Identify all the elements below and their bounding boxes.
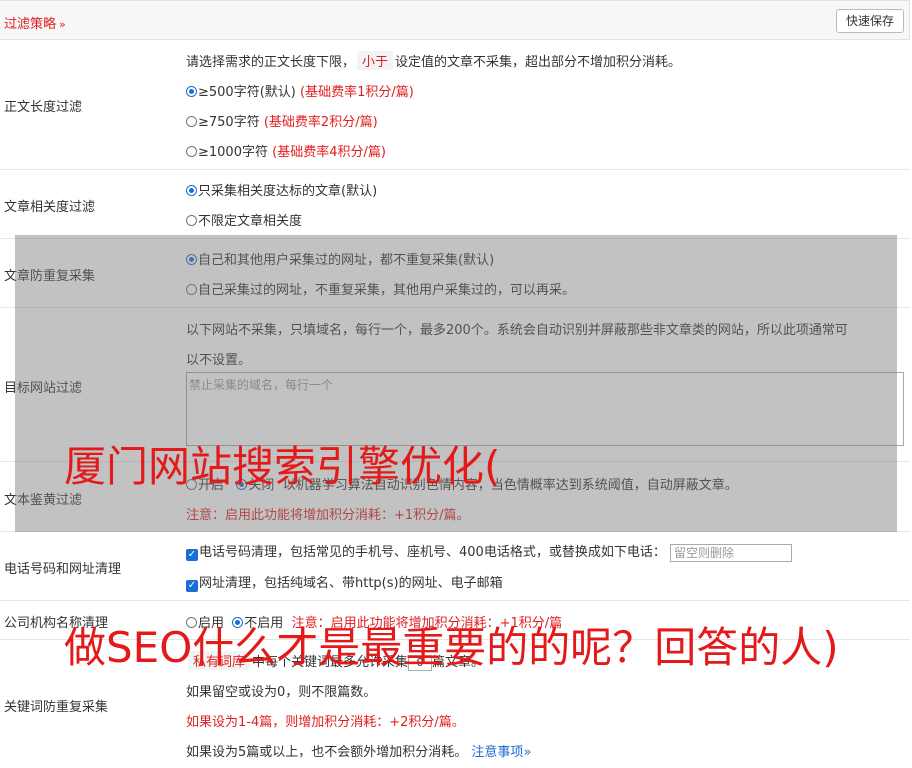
dedup-filter-label: 文章防重复采集: [4, 269, 96, 284]
relevance-filter-label: 文章相关度过滤: [4, 200, 96, 215]
relevance-option-unlimited[interactable]: 不限定文章相关度: [186, 210, 302, 229]
length-filter-row: 正文长度过滤 请选择需求的正文长度下限， 小于 设定值的文章不采集，超出部分不增加积…: [0, 40, 910, 170]
quick-save-button[interactable]: 快速保存: [835, 9, 904, 33]
phone-filter-label: 电话号码和网址清理: [4, 562, 122, 577]
keyword-note-free: 如果设为5篇或以上，也不会额外增加积分消耗。 注意事项»: [186, 745, 532, 760]
relevance-filter-row: 文章相关度过滤 只采集相关度达标的文章(默认) 不限定文章相关度: [0, 170, 910, 239]
radio-icon[interactable]: [186, 284, 197, 295]
filter-policy-header: 过滤策略» 快速保存: [0, 0, 910, 40]
watermark-line-1: 厦门网站搜索引擎优化(: [64, 442, 501, 491]
length-filter-label: 正文长度过滤: [4, 100, 83, 115]
length-option-750[interactable]: ≥750字符 (基础费率2积分/篇): [186, 111, 378, 130]
dedup-filter-row: 文章防重复采集 自己和其他用户采集过的网址，都不重复采集(默认) 自己采集过的网…: [0, 239, 910, 308]
radio-icon[interactable]: [186, 254, 197, 265]
dedup-option-self[interactable]: 自己采集过的网址，不重复采集，其他用户采集过的，可以再采。: [186, 279, 575, 298]
site-filter-desc-1: 以下网站不采集，只填域名，每行一个，最多200个。系统会自动识别并屏蔽那些非文章…: [186, 323, 848, 338]
replacement-phone-input[interactable]: 留空则删除: [669, 543, 792, 562]
radio-icon[interactable]: [186, 86, 197, 97]
site-filter-label: 目标网站过滤: [4, 381, 83, 396]
keyword-note-unlimited: 如果留空或设为0，则不限篇数。: [186, 685, 377, 700]
checkbox-checked-icon[interactable]: ✓: [186, 549, 198, 561]
less-than-pill: 小于: [357, 51, 394, 70]
watermark-line-2: 做SEO什么才是最重要的的呢？回答的人): [64, 623, 839, 672]
phone-filter-row: 电话号码和网址清理 ✓ 电话号码清理，包括常见的手机号、座机号、400电话格式，或…: [0, 532, 910, 601]
length-option-500[interactable]: ≥500字符(默认) (基础费率1积分/篇): [186, 81, 414, 100]
keyword-note-cost: 如果设为1-4篇，则增加积分消耗：+2积分/篇。: [186, 715, 465, 730]
relevance-option-required[interactable]: 只采集相关度达标的文章(默认): [186, 180, 377, 199]
length-option-1000[interactable]: ≥1000字符 (基础费率4积分/篇): [186, 141, 386, 160]
chevron-down-icon: »: [523, 745, 532, 760]
radio-icon[interactable]: [186, 215, 197, 226]
keyword-filter-label: 关键词防重复采集: [4, 700, 109, 715]
length-filter-desc: 请选择需求的正文长度下限， 小于 设定值的文章不采集，超出部分不增加积分消耗。: [186, 51, 681, 70]
checkbox-checked-icon[interactable]: ✓: [186, 580, 198, 592]
radio-icon[interactable]: [186, 116, 197, 127]
notes-link[interactable]: 注意事项»: [471, 745, 531, 760]
radio-icon[interactable]: [186, 185, 197, 196]
radio-icon[interactable]: [186, 146, 197, 157]
phone-cleanup-option[interactable]: ✓ 电话号码清理，包括常见的手机号、座机号、400电话格式，或替换成如下电话： 留…: [186, 541, 792, 562]
chevron-down-icon: »: [59, 18, 66, 31]
dedup-option-all[interactable]: 自己和其他用户采集过的网址，都不重复采集(默认): [186, 249, 494, 268]
url-cleanup-option[interactable]: ✓ 网址清理，包括纯域名、带http(s)的网址、电子邮箱: [186, 572, 503, 592]
filter-policy-title[interactable]: 过滤策略»: [4, 13, 66, 32]
porn-filter-warning: 注意：启用此功能将增加积分消耗：+1积分/篇。: [186, 508, 470, 523]
site-filter-desc-2: 以不设置。: [186, 353, 252, 368]
